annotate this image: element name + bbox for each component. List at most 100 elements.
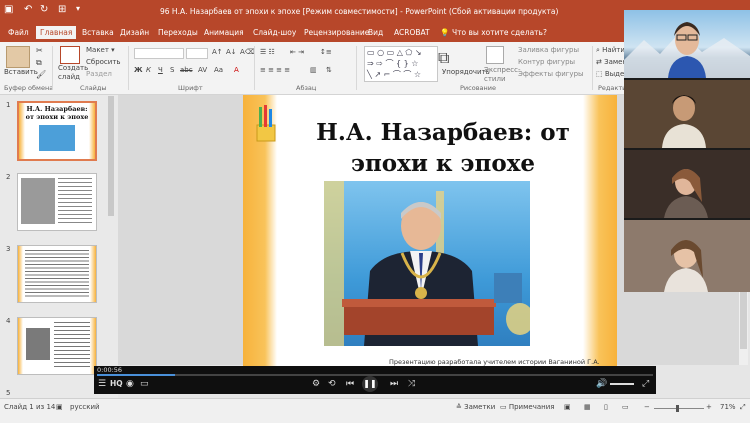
zoom-out-icon[interactable]: − [644,403,650,411]
participant-tile-4[interactable] [624,220,750,292]
slides-pane-scrollbar[interactable] [108,96,114,216]
tab-file[interactable]: Файл [8,28,29,37]
strikethrough-button[interactable]: abc [180,66,193,74]
columns-icon[interactable]: ▥ [310,66,317,74]
tab-slideshow[interactable]: Слайд-шоу [253,28,296,37]
audio-icon[interactable]: ◉ [126,379,134,389]
shapes-gallery[interactable]: ▭ ○ ▭ △ ⬠ ↘ ⇒ ⇨ ⌒ { } ☆ ╲ ↗ ⌐ ⌒ ⌒ ☆ [364,46,438,82]
quick-styles-icon[interactable] [486,46,504,64]
find-button[interactable]: ⌕ Найти [596,46,625,55]
quality-badge[interactable]: HQ [110,379,123,388]
shadow-button[interactable]: S [170,66,174,74]
slide-title-line-1: Н.А. Назарбаев: от [316,119,570,146]
save-icon[interactable]: ▣ [4,4,13,15]
bold-button[interactable]: Ж [134,66,143,74]
shape-outline-button[interactable]: Контур фигуры [518,58,575,66]
volume-slider[interactable] [610,383,634,385]
align-icons[interactable]: ≡ ≡ ≡ ≡ [260,66,290,74]
italic-button[interactable]: К [146,66,151,74]
settings-icon[interactable]: ⚙ [312,379,320,389]
subtitles-icon[interactable]: ▭ [140,379,149,389]
shrink-font-icon[interactable]: A↓ [226,48,237,56]
find-label: Найти [602,46,625,54]
pause-button[interactable]: ❚❚ [362,376,378,392]
shape-effects-button[interactable]: Эффекты фигуры [518,70,584,78]
tab-view[interactable]: Вид [368,28,383,37]
playlist-icon[interactable]: ☰ [98,379,106,389]
status-bar: Слайд 1 из 14 ▣ русский ≙ Заметки ▭ Прим… [0,398,750,423]
reading-view-icon[interactable]: ▯ [604,403,608,411]
video-progress[interactable] [97,374,653,376]
slide-caption: Презентацию разработала учителем истории… [389,358,600,366]
comments-button[interactable]: ▭ Примечания [500,403,554,411]
undo-icon[interactable]: ↶ [24,4,32,15]
tab-review[interactable]: Рецензирование [304,28,369,37]
spellcheck-icon[interactable]: ▣ [56,403,63,411]
slide-number: 5 [6,389,11,397]
volume-icon[interactable]: 🔊 [596,379,607,389]
tab-design[interactable]: Дизайн [120,28,149,37]
slide-thumbnail-2[interactable] [17,173,97,231]
font-size-field[interactable] [186,48,208,59]
redo-icon[interactable]: ↻ [40,4,48,15]
format-painter-icon[interactable]: 🖌 [36,70,46,79]
new-slide-icon[interactable] [60,46,80,64]
arrange-icon[interactable]: ⧉ [438,48,449,68]
fit-slide-icon[interactable]: ⤢ [740,403,746,412]
present-icon[interactable]: ⊞ [58,4,66,15]
text-direction-icon[interactable]: ⇅ [326,66,332,74]
tab-home[interactable]: Главная [36,26,77,39]
fullscreen-icon[interactable]: ⤢ [642,379,649,389]
quick-styles-button[interactable]: Экспресс- стили [484,66,521,84]
slide-thumbnail-1[interactable]: Н.А. Назарбаев: от эпохи к эпохе [17,101,97,161]
copy-icon[interactable]: ⧉ [36,58,42,68]
line-spacing-icon[interactable]: ↕≡ [320,48,332,56]
zoom-level[interactable]: 71% [720,403,736,411]
section-button[interactable]: Раздел [86,70,112,78]
slideshow-view-icon[interactable]: ▭ [622,403,629,411]
zoom-in-icon[interactable]: + [706,403,712,411]
next-icon[interactable]: ⏭ [390,379,398,389]
loop-icon[interactable]: ⟲ [328,379,336,389]
paste-button[interactable]: Вставить [4,68,38,76]
underline-button[interactable]: Ч [158,66,163,74]
paste-icon[interactable] [6,46,30,68]
video-time: 0:00:56 [97,366,123,374]
zoom-slider[interactable] [654,408,704,409]
zoom-slider-thumb[interactable] [676,405,679,412]
tab-animations[interactable]: Анимация [204,28,244,37]
tab-insert[interactable]: Вставка [82,28,114,37]
participant-tile-1[interactable] [624,10,750,78]
change-case-button[interactable]: Аа [214,66,223,74]
font-color-button[interactable]: А [234,66,239,74]
new-slide-button[interactable]: Создать слайд [58,64,88,82]
tab-transitions[interactable]: Переходы [158,28,198,37]
thumb-photo [21,178,55,224]
cut-icon[interactable]: ✂ [36,46,43,55]
language-indicator[interactable]: русский [70,403,100,411]
slide-title-line-2: эпохи к эпохе [350,150,536,177]
spacing-button[interactable]: AV [198,66,207,74]
sorter-view-icon[interactable]: ▦ [584,403,591,411]
tell-me-search[interactable]: Что вы хотите сделать? [452,28,547,37]
grow-font-icon[interactable]: A↑ [212,48,223,56]
layout-button[interactable]: Макет ▾ [86,46,115,54]
clear-format-icon[interactable]: A⌫ [240,48,255,56]
font-name-field[interactable] [134,48,184,59]
reset-button[interactable]: Сбросить [86,58,121,66]
slide-thumbnail-4[interactable] [17,317,97,375]
indent-icon[interactable]: ⇤ ⇥ [290,48,304,56]
participant-tile-3[interactable] [624,150,750,218]
shape-fill-button[interactable]: Заливка фигуры [518,46,579,54]
slide-thumbnail-3[interactable] [17,245,97,303]
tab-acrobat[interactable]: ACROBAT [394,28,430,37]
notes-button[interactable]: ≙ Заметки [456,403,495,411]
bullets-icon[interactable]: ☰ ☷ [260,48,275,56]
current-slide[interactable]: Н.А. Назарбаев: от эпохи к эпохе Презент… [243,95,617,370]
shuffle-icon[interactable]: ⤨ [408,379,415,389]
previous-icon[interactable]: ⏮ [346,379,354,389]
participant-tile-2[interactable] [624,80,750,148]
customize-icon[interactable]: ▾ [76,4,80,13]
arrange-button[interactable]: Упорядочить [442,68,490,76]
normal-view-icon[interactable]: ▣ [564,403,571,411]
